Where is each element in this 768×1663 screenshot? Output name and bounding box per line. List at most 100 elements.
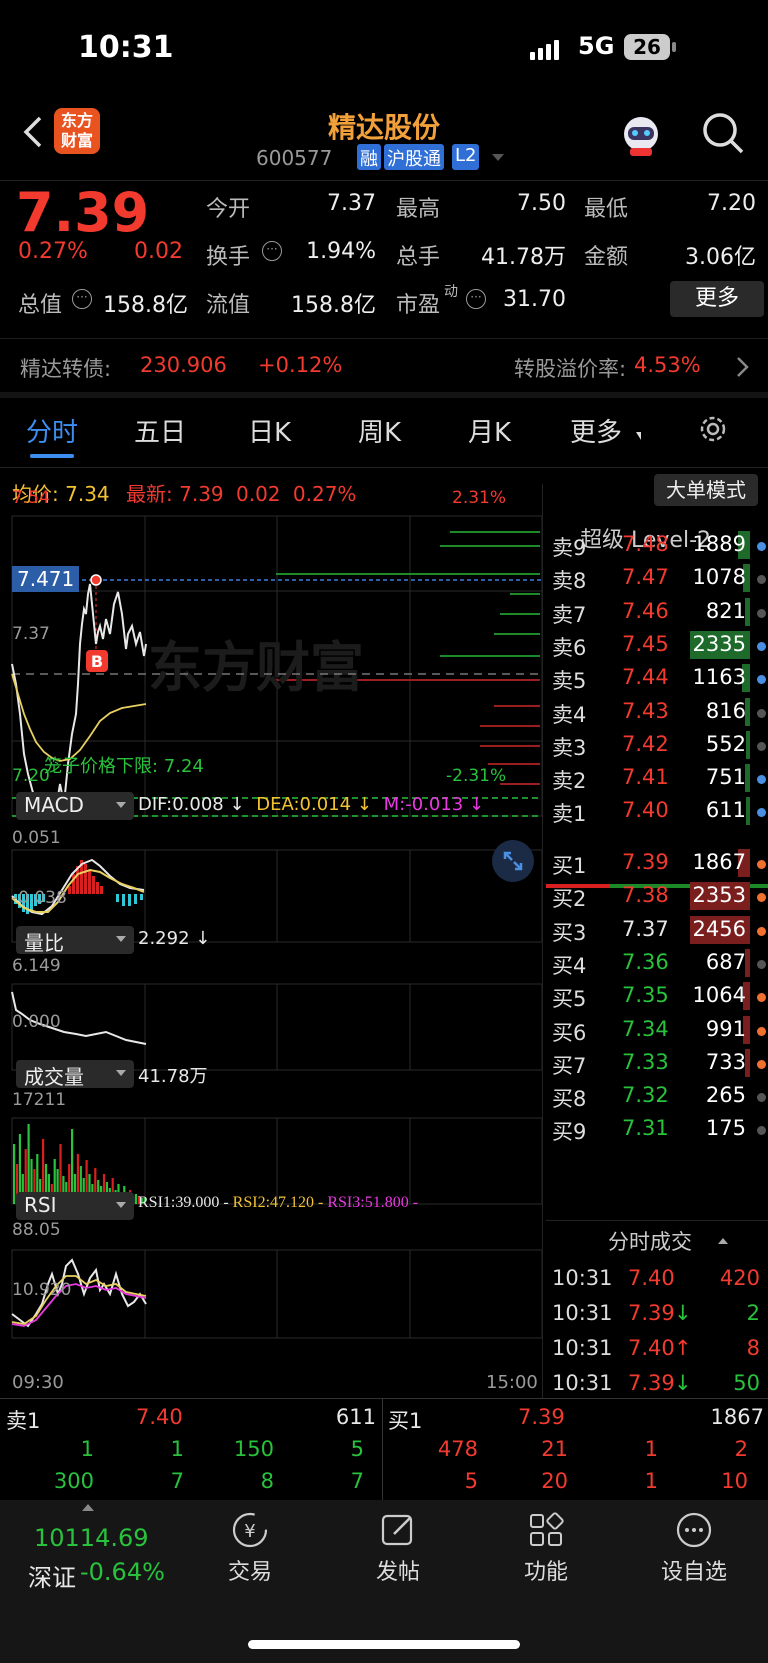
nav-add-watchlist-label: 设自选 <box>660 1560 727 1585</box>
volume-ratio-selector[interactable]: 量比 <box>16 926 134 955</box>
macd-selector[interactable]: MACD <box>16 792 134 820</box>
book-price: 7.35 <box>622 983 669 1008</box>
signal-icon <box>530 38 566 60</box>
quote-panel: 7.39 0.27% 0.02 今开 7.37 最高 7.50 最低 7.20 … <box>0 180 768 340</box>
book-price: 7.43 <box>622 698 669 723</box>
tab-weekly-k[interactable]: 周K <box>358 412 401 449</box>
bid-row[interactable]: 买1 7.39 1867 <box>550 846 768 881</box>
info-icon[interactable]: ··· <box>262 241 282 261</box>
queue-cell: 10 <box>721 1469 748 1493</box>
pe-superscript: 动 <box>444 284 458 300</box>
tick-row: 10:31 7.40 420 <box>550 1262 768 1298</box>
book-dot-icon <box>757 893 766 903</box>
rsi-selector[interactable]: RSI <box>16 1192 134 1220</box>
ask-row[interactable]: 卖3 7.42 552 <box>550 728 768 763</box>
tab-intraday[interactable]: 分时 <box>26 412 78 449</box>
convertible-bond-bar[interactable]: 精达转债: 230.906 +0.12% 转股溢价率: 4.53% <box>0 338 768 398</box>
volume-bar <box>13 1144 16 1204</box>
nav-add-watchlist[interactable]: 设自选 <box>634 1510 754 1586</box>
book-level-label: 买3 <box>552 920 587 945</box>
chevron-right-icon[interactable] <box>734 355 750 383</box>
book-dot-icon <box>757 575 766 585</box>
volume-y-top: 17211 <box>12 1090 67 1110</box>
tick-time: 10:31 <box>552 1266 613 1290</box>
avg-value: 7.34 <box>65 482 110 506</box>
index-name[interactable]: 深证 <box>28 1558 76 1593</box>
queue-cell: 21 <box>541 1437 568 1461</box>
last-change: 0.02 <box>236 482 281 506</box>
robot-assistant-icon[interactable] <box>618 112 664 158</box>
dropdown-caret-icon <box>116 802 126 808</box>
macd-y-bottom: -0.038 <box>12 888 67 908</box>
book-price: 7.33 <box>622 1049 669 1074</box>
book-volume: 733 <box>705 1049 746 1074</box>
battery-level: 26 <box>633 35 661 59</box>
chevron-up-icon[interactable] <box>718 1238 728 1244</box>
last-label: 最新: <box>126 482 173 506</box>
book-price: 7.44 <box>622 665 669 690</box>
tick-volume: 420 <box>719 1266 760 1290</box>
ask-row[interactable]: 卖7 7.46 821 <box>550 595 768 630</box>
book-dot-icon <box>757 708 766 718</box>
ask-row[interactable]: 卖8 7.47 1078 <box>550 561 768 596</box>
book-level-label: 买6 <box>552 1020 587 1045</box>
chart-info-line: 均价: 7.34 最新: 7.39 0.02 0.27% <box>12 478 356 507</box>
tab-more[interactable]: 更多 <box>570 412 622 449</box>
bid-row[interactable]: 买2 7.38 2353 <box>550 879 768 914</box>
mktcap-label: 总值 <box>18 293 63 318</box>
book-dot-icon <box>757 959 766 969</box>
float-label: 流值 <box>206 293 251 318</box>
queue-cell: 2 <box>734 1437 748 1461</box>
book-price: 7.48 <box>622 532 669 556</box>
ask-row[interactable]: 卖9 7.48 1889 <box>550 528 768 563</box>
ask-row[interactable]: 卖1 7.40 611 <box>550 794 768 829</box>
tab-monthly-k[interactable]: 月K <box>468 412 511 449</box>
index-change[interactable]: -0.64% <box>80 1558 165 1586</box>
ticks-divider <box>546 1220 768 1221</box>
bid-row[interactable]: 买3 7.37 2456 <box>550 913 768 948</box>
queue-cell: 5 <box>350 1437 364 1461</box>
bottom-bid-label: 买1 <box>388 1409 423 1433</box>
book-price: 7.34 <box>622 1016 669 1041</box>
ask-row[interactable]: 卖4 7.43 816 <box>550 695 768 730</box>
more-button[interactable]: 更多 <box>670 281 764 317</box>
tab-daily-k[interactable]: 日K <box>248 412 291 449</box>
bid-row[interactable]: 买9 7.31 175 <box>550 1112 768 1147</box>
bid-row[interactable]: 买6 7.34 991 <box>550 1013 768 1048</box>
tick-row: 10:31 7.40 ↑ 8 <box>550 1332 768 1368</box>
nav-functions[interactable]: 功能 <box>486 1510 606 1586</box>
tab-5day[interactable]: 五日 <box>134 412 186 449</box>
book-price: 7.36 <box>622 949 669 974</box>
high-label: 最高 <box>396 197 441 222</box>
book-volume: 1064 <box>692 983 746 1008</box>
nav-post[interactable]: 发帖 <box>338 1510 458 1586</box>
volume-selector[interactable]: 成交量 <box>16 1060 134 1089</box>
bid-row[interactable]: 买7 7.33 733 <box>550 1046 768 1081</box>
book-volume: 175 <box>705 1116 746 1141</box>
volume-label: 成交量 <box>24 1065 84 1089</box>
bid-row[interactable]: 买5 7.35 1064 <box>550 979 768 1014</box>
tick-arrow: ↓ <box>674 1371 692 1395</box>
book-volume-bar <box>746 797 750 826</box>
ticks-title[interactable]: 分时成交 <box>608 1226 692 1256</box>
nav-trade[interactable]: ¥ 交易 <box>190 1510 310 1586</box>
caret-down-icon[interactable] <box>492 154 504 161</box>
ask-row[interactable]: 卖5 7.44 1163 <box>550 661 768 696</box>
search-icon[interactable] <box>700 110 746 156</box>
expand-icon[interactable] <box>492 840 534 882</box>
gear-icon[interactable] <box>696 412 730 450</box>
ask-row[interactable]: 卖2 7.41 751 <box>550 761 768 796</box>
bond-name: 精达转债: <box>20 357 112 381</box>
tick-price: 7.39 <box>628 1371 675 1395</box>
book-volume: 1163 <box>692 665 746 690</box>
chart-canvas[interactable]: 东方财富 B <box>0 514 545 1394</box>
expand-up-icon[interactable] <box>82 1504 94 1511</box>
info-icon[interactable]: ··· <box>72 289 92 309</box>
book-price: 7.39 <box>622 850 669 874</box>
bid-row[interactable]: 买4 7.36 687 <box>550 946 768 981</box>
ask-row[interactable]: 卖6 7.45 2335 <box>550 628 768 663</box>
index-value[interactable]: 10114.69 <box>34 1524 149 1552</box>
bid-row[interactable]: 买8 7.32 265 <box>550 1079 768 1114</box>
stock-header: 东方 财富 精达股份 600577 融 沪股通 L2 <box>0 100 768 180</box>
book-volume: 265 <box>705 1083 746 1108</box>
